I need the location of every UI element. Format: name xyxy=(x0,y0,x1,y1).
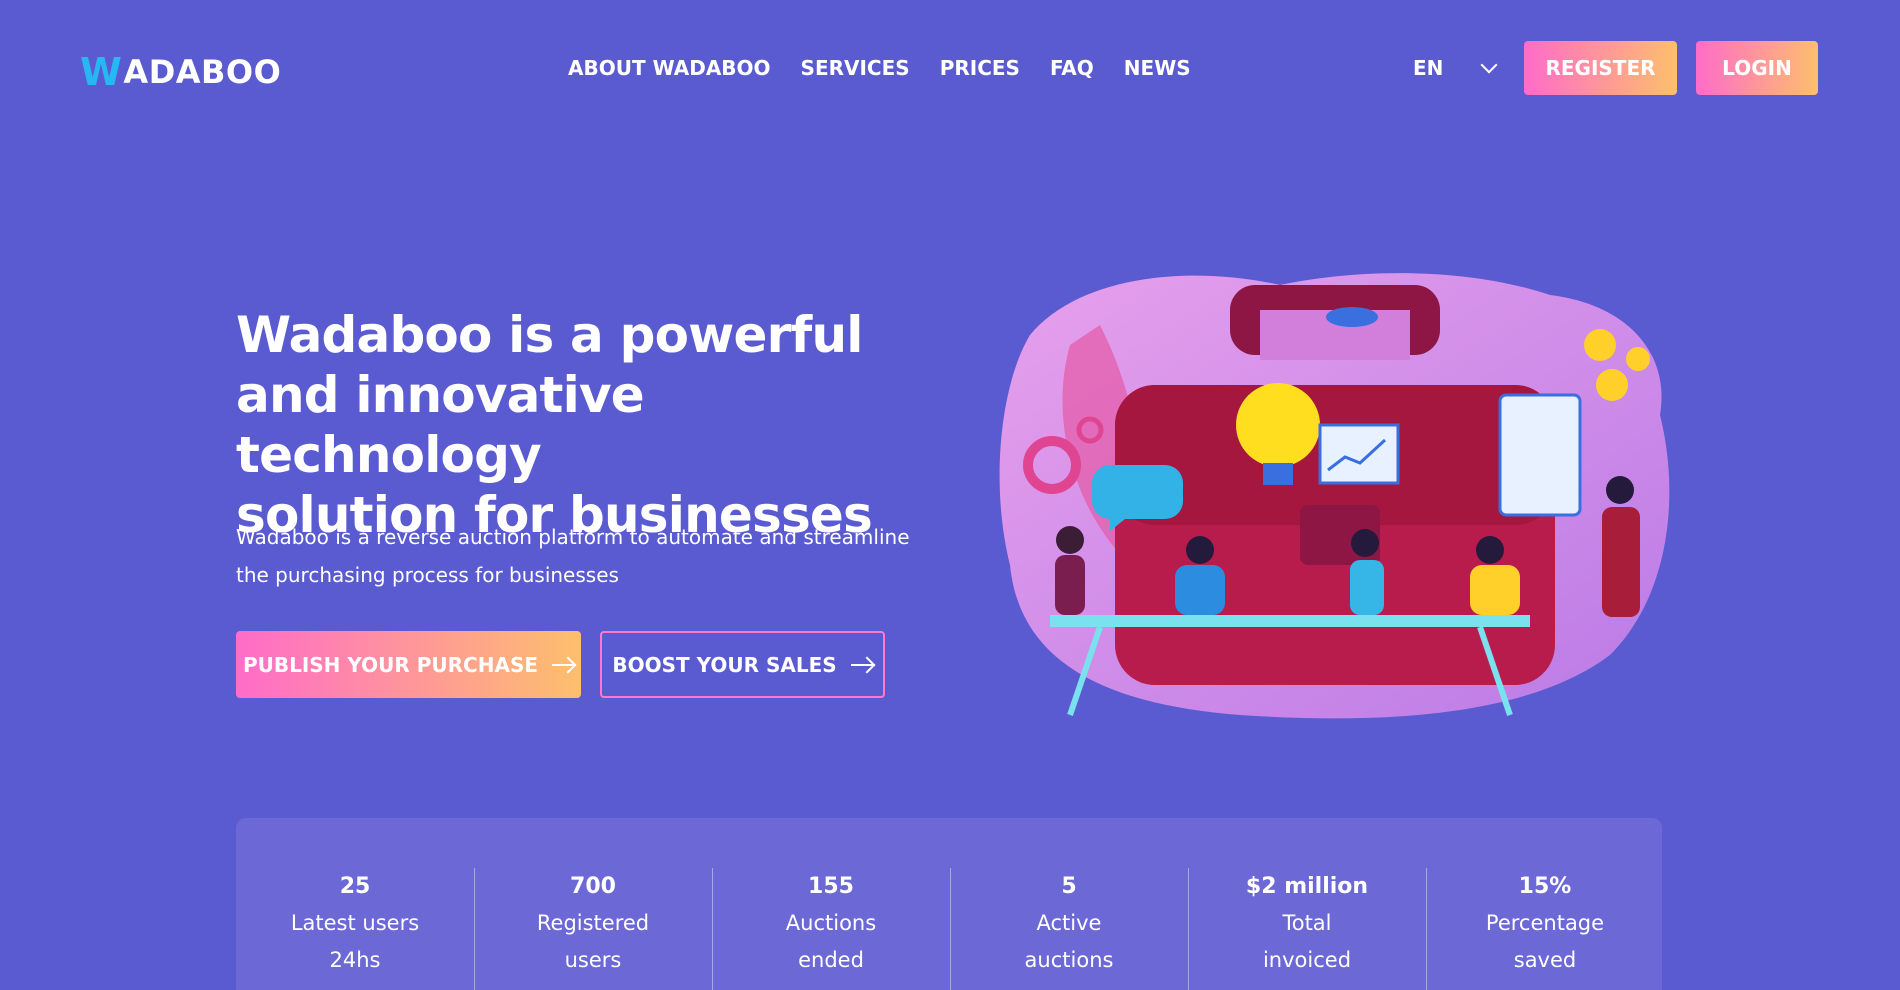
language-value: EN xyxy=(1413,56,1444,80)
language-select[interactable]: EN xyxy=(1413,56,1498,80)
stat-registered-users: 700 Registered users xyxy=(474,868,712,979)
coin-icon xyxy=(1596,369,1628,401)
stat-label: Total xyxy=(1282,911,1332,935)
register-button[interactable]: REGISTER xyxy=(1524,41,1677,95)
hero-illustration xyxy=(999,273,1670,719)
person-icon xyxy=(1175,565,1225,615)
stat-label: auctions xyxy=(1024,948,1114,972)
subtext-line: Wadaboo is a reverse auction platform to… xyxy=(236,525,910,549)
clipboard-icon xyxy=(1498,393,1582,517)
stat-value: 700 xyxy=(570,874,616,899)
nav-prices[interactable]: PRICES xyxy=(940,56,1020,80)
stat-label: saved xyxy=(1513,948,1577,972)
publish-purchase-label: PUBLISH YOUR PURCHASE xyxy=(242,652,539,677)
stat-auctions-ended: 155 Auctions ended xyxy=(712,868,950,979)
stat-label: users xyxy=(564,948,622,972)
stat-value: 155 xyxy=(808,874,854,899)
hero-subtext: Wadaboo is a reverse auction platform to… xyxy=(236,518,966,594)
person-icon xyxy=(1476,536,1504,564)
rocket-icon xyxy=(1326,307,1378,327)
logo-mark: W xyxy=(80,50,123,94)
main-nav: ABOUT WADABOO SERVICES PRICES FAQ NEWS xyxy=(568,56,1191,80)
boost-sales-label: BOOST YOUR SALES xyxy=(612,652,837,677)
arrow-right-icon xyxy=(850,663,873,666)
stat-value: 15% xyxy=(1518,874,1572,899)
headline-line: Wadaboo is a powerful xyxy=(236,306,863,364)
person-icon xyxy=(1606,476,1634,504)
lightbulb-icon xyxy=(1236,383,1320,467)
stat-active-auctions: 5 Active auctions xyxy=(950,868,1188,979)
publish-purchase-button[interactable]: PUBLISH YOUR PURCHASE xyxy=(236,631,581,698)
person-icon xyxy=(1056,526,1084,554)
hero-headline: Wadaboo is a powerful and innovative tec… xyxy=(236,305,956,545)
arrow-right-icon xyxy=(552,663,575,666)
logo[interactable]: W ADABOO xyxy=(80,50,281,94)
person-icon xyxy=(1351,529,1379,557)
login-button[interactable]: LOGIN xyxy=(1696,41,1818,95)
chart-card xyxy=(1318,423,1400,485)
boost-sales-button[interactable]: BOOST YOUR SALES xyxy=(600,631,885,698)
chevron-down-icon xyxy=(1480,56,1498,74)
lightbulb-base xyxy=(1263,463,1293,485)
person-icon xyxy=(1470,565,1520,615)
nav-about[interactable]: ABOUT WADABOO xyxy=(568,56,771,80)
person-icon xyxy=(1602,507,1640,617)
stat-percentage-saved: 15% Percentage saved xyxy=(1426,868,1664,979)
stat-label: Active xyxy=(1036,911,1102,935)
subtext-line: the purchasing process for businesses xyxy=(236,563,619,587)
stat-label: Latest users xyxy=(290,911,420,935)
stat-label: ended xyxy=(798,948,864,972)
coin-icon xyxy=(1584,329,1616,361)
nav-services[interactable]: SERVICES xyxy=(801,56,910,80)
nav-news[interactable]: NEWS xyxy=(1124,56,1191,80)
stat-value: 25 xyxy=(339,874,371,899)
stat-value: $2 million xyxy=(1245,874,1369,899)
stat-value: 5 xyxy=(1061,874,1077,899)
nav-faq[interactable]: FAQ xyxy=(1050,56,1094,80)
coin-icon xyxy=(1626,347,1650,371)
stat-label: Auctions xyxy=(785,911,877,935)
stat-label: Registered xyxy=(536,911,650,935)
headline-line: and innovative technology xyxy=(236,366,645,484)
table-top xyxy=(1050,615,1530,627)
stat-label: 24hs xyxy=(329,948,381,972)
person-icon xyxy=(1350,560,1384,615)
person-icon xyxy=(1055,555,1085,615)
person-icon xyxy=(1186,536,1214,564)
stat-label: Percentage xyxy=(1485,911,1605,935)
logo-text: ADABOO xyxy=(123,53,282,91)
stat-latest-users: 25 Latest users 24hs xyxy=(236,868,474,979)
stat-label: invoiced xyxy=(1262,948,1352,972)
stats-panel: 25 Latest users 24hs 700 Registered user… xyxy=(236,818,1662,990)
stat-total-invoiced: $2 million Total invoiced xyxy=(1188,868,1426,979)
